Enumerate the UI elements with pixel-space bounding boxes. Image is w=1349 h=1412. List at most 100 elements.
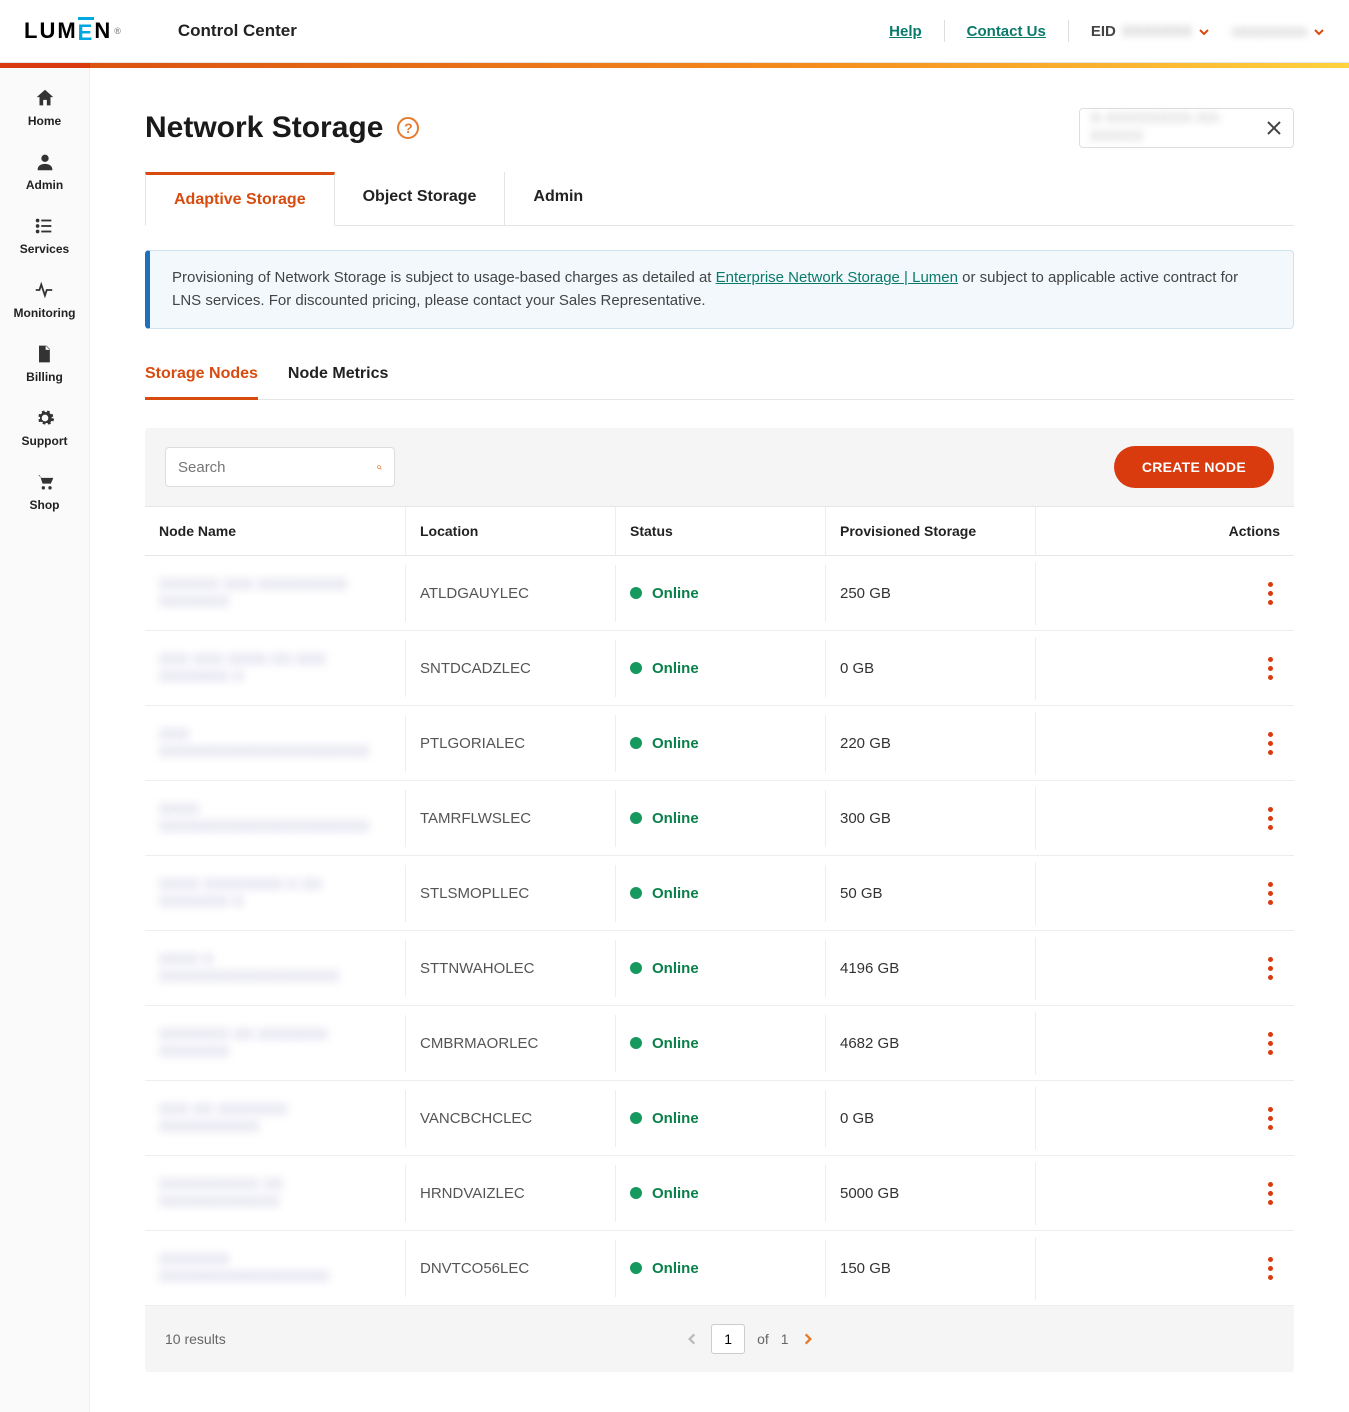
brand-post: N (94, 18, 112, 44)
cell-node-name[interactable]: XXXX X XXXXXXXXXXXXXXXXXX (145, 931, 405, 1005)
cell-location: SNTDCADZLEC (405, 640, 615, 697)
status-label: Online (652, 810, 699, 827)
page-header: Network Storage ? X-XXXXXXXX-XX-XXXXX (145, 108, 1294, 148)
cell-location: PTLGORIALEC (405, 715, 615, 772)
cell-node-name[interactable]: XXXXXXX XX XXXXXXX XXXXXXX (145, 1006, 405, 1080)
sidebar-item-support[interactable]: Support (22, 406, 68, 448)
sidebar-item-label: Billing (26, 370, 63, 384)
status-label: Online (652, 585, 699, 602)
col-header-status[interactable]: Status (615, 507, 825, 555)
context-filter[interactable]: X-XXXXXXXX-XX-XXXXX (1079, 108, 1294, 148)
eid-dropdown[interactable]: EID XXXXXXX (1091, 23, 1210, 40)
brand-reg: ® (114, 26, 123, 36)
row-actions-menu-icon[interactable] (1268, 732, 1274, 755)
divider (1068, 20, 1069, 42)
sidebar-item-shop[interactable]: Shop (30, 470, 60, 512)
sidebar-item-monitoring[interactable]: Monitoring (14, 278, 76, 320)
cell-status: Online (615, 1015, 825, 1072)
row-actions-menu-icon[interactable] (1268, 582, 1274, 605)
search-icon[interactable] (377, 457, 382, 477)
tab-node-metrics[interactable]: Node Metrics (288, 355, 388, 399)
brand-logo[interactable]: LUMEN® (24, 17, 123, 46)
cell-node-name[interactable]: XXX XXX XXXX XX XXX XXXXXXX X (145, 631, 405, 705)
table-row: XXXX XXXXXXXXXXXXXXXXXXXXXTAMRFLWSLECOnl… (145, 781, 1294, 856)
info-banner: Provisioning of Network Storage is subje… (145, 250, 1294, 329)
cell-status: Online (615, 1240, 825, 1297)
sidebar-item-services[interactable]: Services (20, 214, 69, 256)
col-header-name[interactable]: Node Name (145, 507, 405, 555)
help-icon[interactable]: ? (397, 117, 419, 139)
status-dot-icon (630, 962, 642, 974)
search-input[interactable] (178, 459, 377, 476)
list-icon (32, 214, 56, 238)
row-actions-menu-icon[interactable] (1268, 1182, 1274, 1205)
row-actions-menu-icon[interactable] (1268, 1257, 1274, 1280)
row-actions-menu-icon[interactable] (1268, 957, 1274, 980)
col-header-provisioned[interactable]: Provisioned Storage (825, 507, 1035, 555)
main-content: Network Storage ? X-XXXXXXXX-XX-XXXXX Ad… (90, 68, 1349, 1412)
page-next-icon[interactable] (801, 1332, 815, 1346)
cell-location: VANCBCHCLEC (405, 1090, 615, 1147)
status-label: Online (652, 885, 699, 902)
row-actions-menu-icon[interactable] (1268, 1107, 1274, 1130)
page-prev-icon[interactable] (685, 1332, 699, 1346)
col-header-location[interactable]: Location (405, 507, 615, 555)
account-dropdown[interactable]: xxxxxxxxx (1232, 23, 1325, 40)
cell-actions (1035, 1237, 1294, 1300)
table-header: Node Name Location Status Provisioned St… (145, 506, 1294, 556)
sidebar-item-billing[interactable]: Billing (26, 342, 63, 384)
pulse-icon (32, 278, 56, 302)
cell-node-name[interactable]: XXXX XXXXXXXXXXXXXXXXXXXXX (145, 781, 405, 855)
tab-admin[interactable]: Admin (505, 172, 611, 225)
cell-status: Online (615, 865, 825, 922)
table-row: XXXXXXXXXX XX XXXXXXXXXXXXHRNDVAIZLECOnl… (145, 1156, 1294, 1231)
cell-node-name[interactable]: XXXX XXXXXXXX X XX XXXXXXX X (145, 856, 405, 930)
table-row: XXX XX XXXXXXX XXXXXXXXXXVANCBCHCLECOnli… (145, 1081, 1294, 1156)
row-actions-menu-icon[interactable] (1268, 882, 1274, 905)
cell-actions (1035, 862, 1294, 925)
table-row: XXXX X XXXXXXXXXXXXXXXXXXSTTNWAHOLECOnli… (145, 931, 1294, 1006)
status-dot-icon (630, 587, 642, 599)
col-header-actions: Actions (1035, 507, 1294, 555)
cell-actions (1035, 562, 1294, 625)
tab-object-storage[interactable]: Object Storage (335, 172, 506, 225)
cell-location: CMBRMAORLEC (405, 1015, 615, 1072)
tab-adaptive-storage[interactable]: Adaptive Storage (145, 172, 335, 226)
cell-location: STLSMOPLLEC (405, 865, 615, 922)
context-filter-value: X-XXXXXXXX-XX-XXXXX (1090, 110, 1257, 146)
sidebar-item-label: Shop (30, 498, 60, 512)
secondary-tabs: Storage Nodes Node Metrics (145, 355, 1294, 400)
row-actions-menu-icon[interactable] (1268, 657, 1274, 680)
cell-node-name[interactable]: XXX XXXXXXXXXXXXXXXXXXXXX (145, 706, 405, 780)
row-actions-menu-icon[interactable] (1268, 807, 1274, 830)
home-icon (33, 86, 57, 110)
cell-provisioned: 0 GB (825, 640, 1035, 697)
table-row: XXXX XXXXXXXX X XX XXXXXXX XSTLSMOPLLEC O… (145, 856, 1294, 931)
cell-node-name[interactable]: XXXXXXXXXX XX XXXXXXXXXXXX (145, 1156, 405, 1230)
status-dot-icon (630, 812, 642, 824)
cell-node-name[interactable]: XXXXXX XXX XXXXXXXXX XXXXXXX (145, 556, 405, 630)
help-link[interactable]: Help (889, 23, 922, 40)
cell-provisioned: 0 GB (825, 1090, 1035, 1147)
cell-node-name[interactable]: XXX XX XXXXXXX XXXXXXXXXX (145, 1081, 405, 1155)
contact-link[interactable]: Contact Us (967, 23, 1046, 40)
table-row: XXXXXX XXX XXXXXXXXX XXXXXXXATLDGAUYLECO… (145, 556, 1294, 631)
table-footer: 10 results of 1 (145, 1306, 1294, 1372)
banner-link[interactable]: Enterprise Network Storage | Lumen (716, 269, 958, 286)
sidebar-item-admin[interactable]: Admin (26, 150, 63, 192)
create-node-button[interactable]: CREATE NODE (1114, 446, 1274, 488)
page-of-label: of (757, 1331, 769, 1347)
file-icon (32, 342, 56, 366)
sidebar-item-label: Monitoring (14, 306, 76, 320)
sidebar-item-home[interactable]: Home (28, 86, 61, 128)
cell-provisioned: 250 GB (825, 565, 1035, 622)
status-dot-icon (630, 737, 642, 749)
status-label: Online (652, 1035, 699, 1052)
status-dot-icon (630, 887, 642, 899)
page-input[interactable] (711, 1324, 745, 1354)
panel-toolbar: CREATE NODE (145, 428, 1294, 506)
sidebar: Home Admin Services Monitoring Billing S… (0, 68, 90, 1412)
tab-storage-nodes[interactable]: Storage Nodes (145, 355, 258, 400)
row-actions-menu-icon[interactable] (1268, 1032, 1274, 1055)
close-icon[interactable] (1265, 119, 1283, 137)
